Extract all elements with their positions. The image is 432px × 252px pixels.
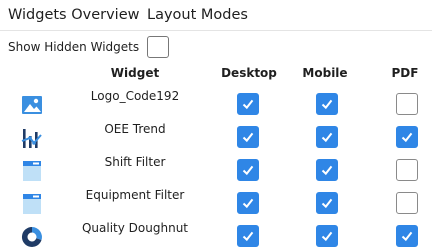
checkmark-icon (242, 165, 254, 176)
trend-chart-icon (21, 127, 43, 149)
checkmark-icon (242, 231, 254, 242)
doughnut-chart-icon (21, 226, 43, 248)
column-header-widget: Widget (110, 66, 160, 80)
desktop-checkbox[interactable] (237, 192, 259, 214)
table-row: Shift Filter (0, 152, 432, 186)
mobile-checkbox[interactable] (316, 159, 338, 181)
desktop-checkbox[interactable] (237, 93, 259, 115)
widget-name: Logo_Code192 (90, 89, 180, 103)
pdf-checkbox[interactable] (396, 225, 418, 247)
mobile-checkbox[interactable] (316, 225, 338, 247)
pdf-checkbox[interactable] (396, 159, 418, 181)
pdf-checkbox[interactable] (396, 93, 418, 115)
column-header-mobile: Mobile (302, 66, 348, 80)
filter-panel-icon (21, 193, 43, 215)
widget-name: OEE Trend (104, 122, 166, 136)
widget-name: Shift Filter (104, 155, 166, 169)
tab-widgets-overview[interactable]: Widgets Overview (8, 6, 140, 24)
table-row: Logo_Code192 (0, 86, 432, 120)
checkmark-icon (321, 198, 333, 209)
show-hidden-widgets-label: Show Hidden Widgets (8, 40, 140, 54)
desktop-checkbox[interactable] (237, 159, 259, 181)
checkmark-icon (401, 132, 413, 143)
pdf-checkbox[interactable] (396, 126, 418, 148)
tab-layout-modes[interactable]: Layout Modes (147, 6, 248, 24)
widget-name: Equipment Filter (85, 188, 185, 202)
desktop-checkbox[interactable] (237, 126, 259, 148)
checkmark-icon (321, 99, 333, 110)
tab-bar: Widgets Overview Layout Modes (0, 0, 432, 31)
column-header-pdf: PDF (391, 66, 419, 80)
mobile-checkbox[interactable] (316, 126, 338, 148)
desktop-checkbox[interactable] (237, 225, 259, 247)
mobile-checkbox[interactable] (316, 93, 338, 115)
pdf-checkbox[interactable] (396, 192, 418, 214)
image-icon (21, 94, 43, 116)
checkmark-icon (242, 132, 254, 143)
checkmark-icon (242, 198, 254, 209)
tab-divider (0, 30, 432, 31)
table-row: OEE Trend (0, 119, 432, 153)
checkmark-icon (321, 231, 333, 242)
table-row: Quality Doughnut (0, 218, 432, 252)
show-hidden-widgets-checkbox[interactable] (147, 36, 169, 58)
checkmark-icon (242, 99, 254, 110)
checkmark-icon (401, 231, 413, 242)
checkmark-icon (321, 132, 333, 143)
mobile-checkbox[interactable] (316, 192, 338, 214)
filter-panel-icon (21, 160, 43, 182)
checkmark-icon (321, 165, 333, 176)
table-row: Equipment Filter (0, 185, 432, 219)
widget-name: Quality Doughnut (81, 221, 189, 235)
